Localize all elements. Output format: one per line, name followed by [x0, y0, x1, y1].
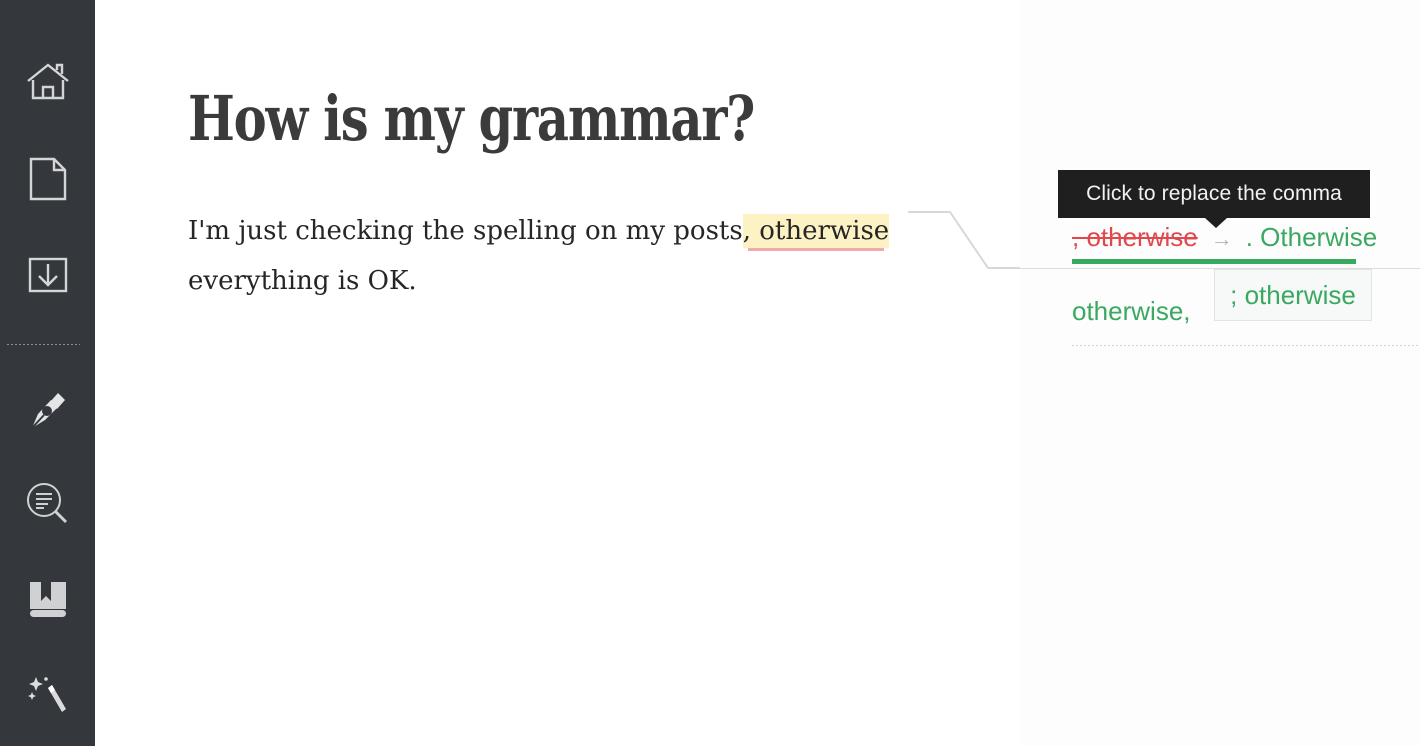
suggestion-original-text: , otherwise — [1072, 222, 1198, 252]
grammar-error-highlight[interactable]: , otherwise — [742, 214, 890, 248]
sidebar-item-write[interactable] — [0, 379, 95, 441]
arrow-right-icon: → — [1210, 226, 1233, 251]
sidebar-item-document[interactable] — [0, 148, 95, 210]
body-text-after: everything is OK. — [188, 266, 417, 296]
alternative-suggestion-2-label: ; otherwise — [1230, 279, 1356, 310]
tooltip-label: Click to replace the comma — [1086, 182, 1342, 205]
panel-divider-bottom — [1072, 345, 1420, 346]
app-root: How is my grammar? I'm just checking the… — [0, 0, 1420, 746]
suggestion-panel: Click to replace the comma , otherwise →… — [1020, 0, 1420, 746]
sidebar-item-download[interactable] — [0, 244, 95, 306]
sidebar-item-home[interactable] — [0, 51, 95, 113]
magic-wand-icon — [24, 671, 72, 719]
primary-suggestion-underline — [1072, 259, 1356, 264]
body-text-before: I'm just checking the spelling on my pos… — [188, 216, 743, 246]
document-body: I'm just checking the spelling on my pos… — [188, 206, 928, 306]
alternative-suggestion-1[interactable]: otherwise, — [1072, 296, 1191, 327]
sidebar-divider — [7, 344, 80, 345]
text-search-icon — [24, 480, 72, 528]
document-icon — [27, 156, 69, 202]
sidebar — [0, 0, 95, 746]
book-icon — [25, 579, 71, 621]
primary-suggestion[interactable]: , otherwise → . Otherwise — [1072, 222, 1377, 262]
page-title: How is my grammar? — [188, 82, 755, 155]
home-icon — [24, 60, 72, 104]
sidebar-item-enhance[interactable] — [0, 664, 95, 726]
pen-nib-icon — [25, 387, 71, 433]
sidebar-item-analyze[interactable] — [0, 473, 95, 535]
sidebar-item-dictionary[interactable] — [0, 569, 95, 631]
tooltip: Click to replace the comma — [1058, 170, 1370, 218]
suggestion-replacement-text: . Otherwise — [1245, 222, 1378, 252]
alternative-suggestion-2[interactable]: ; otherwise — [1214, 269, 1372, 321]
download-icon — [26, 253, 70, 297]
